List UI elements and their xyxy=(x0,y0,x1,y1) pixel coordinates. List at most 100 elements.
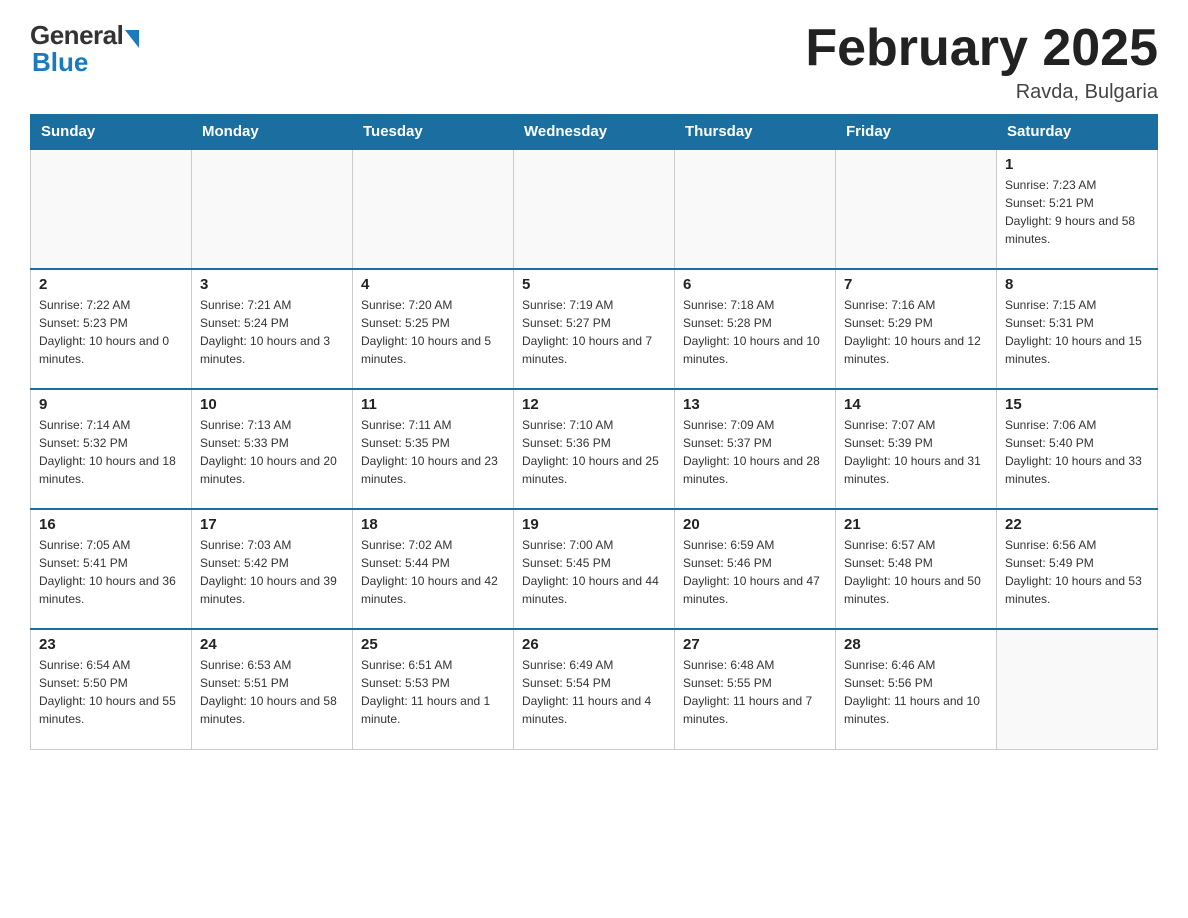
calendar-cell: 2Sunrise: 7:22 AMSunset: 5:23 PMDaylight… xyxy=(31,269,192,389)
calendar-cell: 9 Sunrise: 7:14 AMSunset: 5:32 PMDaylight… xyxy=(31,389,192,509)
day-number: 18 xyxy=(361,516,505,533)
calendar-cell: 28 Sunrise: 6:46 AMSunset: 5:56 PMDayligh… xyxy=(836,629,997,749)
calendar-cell: 4 Sunrise: 7:20 AMSunset: 5:25 PMDaylight… xyxy=(353,269,514,389)
calendar-cell: 6 Sunrise: 7:18 AMSunset: 5:28 PMDaylight… xyxy=(675,269,836,389)
day-number: 24 xyxy=(200,636,344,653)
day-info: Sunrise: 6:46 AMSunset: 5:56 PMDaylight:… xyxy=(844,656,988,728)
calendar-header-friday: Friday xyxy=(836,115,997,150)
day-info: Sunrise: 7:00 AMSunset: 5:45 PMDaylight:… xyxy=(522,536,666,608)
calendar-week-row: 2Sunrise: 7:22 AMSunset: 5:23 PMDaylight… xyxy=(31,269,1158,389)
calendar-cell: 24Sunrise: 6:53 AMSunset: 5:51 PMDayligh… xyxy=(192,629,353,749)
day-number: 28 xyxy=(844,636,988,653)
month-title: February 2025 xyxy=(805,20,1158,77)
day-number: 27 xyxy=(683,636,827,653)
calendar-cell xyxy=(192,149,353,269)
calendar-cell: 15 Sunrise: 7:06 AMSunset: 5:40 PMDayligh… xyxy=(997,389,1158,509)
day-info: Sunrise: 7:14 AMSunset: 5:32 PMDaylight:… xyxy=(39,416,183,488)
day-number: 6 xyxy=(683,276,827,293)
calendar-cell xyxy=(353,149,514,269)
day-number: 19 xyxy=(522,516,666,533)
calendar-cell: 11Sunrise: 7:11 AMSunset: 5:35 PMDayligh… xyxy=(353,389,514,509)
day-info: Sunrise: 7:23 AMSunset: 5:21 PMDaylight:… xyxy=(1005,176,1149,248)
calendar-header-sunday: Sunday xyxy=(31,115,192,150)
calendar-header-monday: Monday xyxy=(192,115,353,150)
day-number: 4 xyxy=(361,276,505,293)
day-info: Sunrise: 7:18 AMSunset: 5:28 PMDaylight:… xyxy=(683,296,827,368)
day-number: 22 xyxy=(1005,516,1149,533)
day-info: Sunrise: 7:03 AMSunset: 5:42 PMDaylight:… xyxy=(200,536,344,608)
day-number: 26 xyxy=(522,636,666,653)
calendar-cell: 8 Sunrise: 7:15 AMSunset: 5:31 PMDaylight… xyxy=(997,269,1158,389)
day-info: Sunrise: 7:06 AMSunset: 5:40 PMDaylight:… xyxy=(1005,416,1149,488)
page-header: General Blue February 2025 Ravda, Bulgar… xyxy=(30,20,1158,104)
calendar-header-thursday: Thursday xyxy=(675,115,836,150)
day-number: 17 xyxy=(200,516,344,533)
calendar-cell: 7 Sunrise: 7:16 AMSunset: 5:29 PMDaylight… xyxy=(836,269,997,389)
calendar-cell xyxy=(997,629,1158,749)
calendar-header-wednesday: Wednesday xyxy=(514,115,675,150)
calendar-cell: 22 Sunrise: 6:56 AMSunset: 5:49 PMDayligh… xyxy=(997,509,1158,629)
calendar-cell: 23 Sunrise: 6:54 AMSunset: 5:50 PMDayligh… xyxy=(31,629,192,749)
day-info: Sunrise: 7:20 AMSunset: 5:25 PMDaylight:… xyxy=(361,296,505,368)
calendar-cell: 5 Sunrise: 7:19 AMSunset: 5:27 PMDaylight… xyxy=(514,269,675,389)
day-info: Sunrise: 6:54 AMSunset: 5:50 PMDaylight:… xyxy=(39,656,183,728)
day-info: Sunrise: 6:49 AMSunset: 5:54 PMDaylight:… xyxy=(522,656,666,728)
title-block: February 2025 Ravda, Bulgaria xyxy=(805,20,1158,104)
day-number: 1 xyxy=(1005,156,1149,173)
day-info: Sunrise: 7:19 AMSunset: 5:27 PMDaylight:… xyxy=(522,296,666,368)
calendar-cell: 16 Sunrise: 7:05 AMSunset: 5:41 PMDayligh… xyxy=(31,509,192,629)
calendar-cell: 13 Sunrise: 7:09 AMSunset: 5:37 PMDayligh… xyxy=(675,389,836,509)
day-info: Sunrise: 6:57 AMSunset: 5:48 PMDaylight:… xyxy=(844,536,988,608)
day-number: 16 xyxy=(39,516,183,533)
day-info: Sunrise: 7:09 AMSunset: 5:37 PMDaylight:… xyxy=(683,416,827,488)
day-number: 3 xyxy=(200,276,344,293)
day-info: Sunrise: 6:56 AMSunset: 5:49 PMDaylight:… xyxy=(1005,536,1149,608)
day-number: 13 xyxy=(683,396,827,413)
calendar-week-row: 16 Sunrise: 7:05 AMSunset: 5:41 PMDayligh… xyxy=(31,509,1158,629)
calendar-header-row: SundayMondayTuesdayWednesdayThursdayFrid… xyxy=(31,115,1158,150)
calendar-cell: 3 Sunrise: 7:21 AMSunset: 5:24 PMDaylight… xyxy=(192,269,353,389)
calendar-week-row: 23 Sunrise: 6:54 AMSunset: 5:50 PMDayligh… xyxy=(31,629,1158,749)
day-info: Sunrise: 7:13 AMSunset: 5:33 PMDaylight:… xyxy=(200,416,344,488)
day-info: Sunrise: 7:15 AMSunset: 5:31 PMDaylight:… xyxy=(1005,296,1149,368)
calendar-header-tuesday: Tuesday xyxy=(353,115,514,150)
logo: General Blue xyxy=(30,20,139,78)
day-number: 12 xyxy=(522,396,666,413)
day-number: 15 xyxy=(1005,396,1149,413)
day-number: 7 xyxy=(844,276,988,293)
calendar-week-row: 9 Sunrise: 7:14 AMSunset: 5:32 PMDaylight… xyxy=(31,389,1158,509)
day-number: 9 xyxy=(39,396,183,413)
calendar-cell xyxy=(31,149,192,269)
calendar-cell: 19 Sunrise: 7:00 AMSunset: 5:45 PMDayligh… xyxy=(514,509,675,629)
calendar-table: SundayMondayTuesdayWednesdayThursdayFrid… xyxy=(30,114,1158,750)
calendar-cell: 12 Sunrise: 7:10 AMSunset: 5:36 PMDayligh… xyxy=(514,389,675,509)
day-number: 5 xyxy=(522,276,666,293)
day-number: 8 xyxy=(1005,276,1149,293)
calendar-cell xyxy=(675,149,836,269)
day-info: Sunrise: 7:05 AMSunset: 5:41 PMDaylight:… xyxy=(39,536,183,608)
day-number: 25 xyxy=(361,636,505,653)
calendar-header-saturday: Saturday xyxy=(997,115,1158,150)
calendar-cell xyxy=(514,149,675,269)
calendar-cell: 17 Sunrise: 7:03 AMSunset: 5:42 PMDayligh… xyxy=(192,509,353,629)
day-info: Sunrise: 7:22 AMSunset: 5:23 PMDaylight:… xyxy=(39,296,183,368)
day-number: 14 xyxy=(844,396,988,413)
calendar-cell: 25Sunrise: 6:51 AMSunset: 5:53 PMDayligh… xyxy=(353,629,514,749)
day-info: Sunrise: 7:07 AMSunset: 5:39 PMDaylight:… xyxy=(844,416,988,488)
day-info: Sunrise: 6:59 AMSunset: 5:46 PMDaylight:… xyxy=(683,536,827,608)
day-number: 23 xyxy=(39,636,183,653)
day-info: Sunrise: 7:11 AMSunset: 5:35 PMDaylight:… xyxy=(361,416,505,488)
day-info: Sunrise: 7:21 AMSunset: 5:24 PMDaylight:… xyxy=(200,296,344,368)
day-info: Sunrise: 6:48 AMSunset: 5:55 PMDaylight:… xyxy=(683,656,827,728)
day-info: Sunrise: 7:10 AMSunset: 5:36 PMDaylight:… xyxy=(522,416,666,488)
logo-arrow-icon xyxy=(125,30,139,48)
calendar-week-row: 1 Sunrise: 7:23 AMSunset: 5:21 PMDaylight… xyxy=(31,149,1158,269)
day-info: Sunrise: 7:02 AMSunset: 5:44 PMDaylight:… xyxy=(361,536,505,608)
calendar-cell: 1 Sunrise: 7:23 AMSunset: 5:21 PMDaylight… xyxy=(997,149,1158,269)
logo-blue-text: Blue xyxy=(32,47,88,78)
calendar-cell: 14 Sunrise: 7:07 AMSunset: 5:39 PMDayligh… xyxy=(836,389,997,509)
calendar-cell: 10Sunrise: 7:13 AMSunset: 5:33 PMDayligh… xyxy=(192,389,353,509)
calendar-cell: 18 Sunrise: 7:02 AMSunset: 5:44 PMDayligh… xyxy=(353,509,514,629)
day-info: Sunrise: 7:16 AMSunset: 5:29 PMDaylight:… xyxy=(844,296,988,368)
day-number: 21 xyxy=(844,516,988,533)
